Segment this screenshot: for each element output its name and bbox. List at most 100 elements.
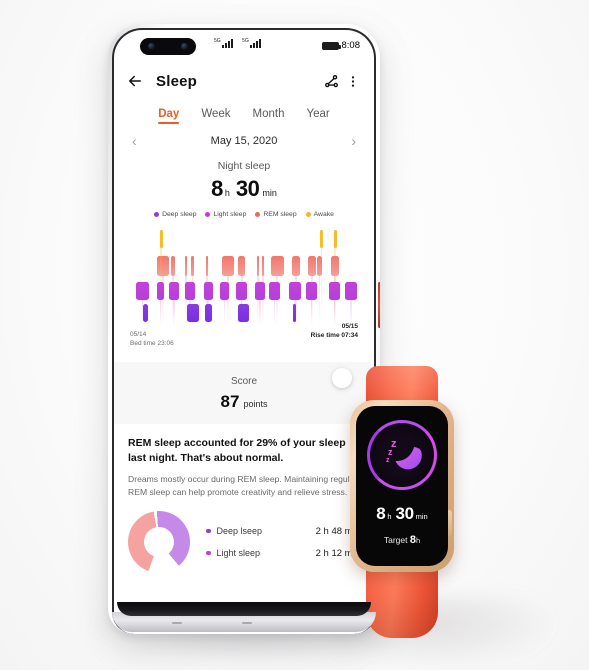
signal-sim2-icon: 5G	[242, 38, 262, 48]
camera-lens-left	[148, 43, 155, 50]
hypnogram-segment-deep	[238, 304, 249, 322]
legend-color-dot	[154, 212, 160, 217]
legend-color-dot	[305, 212, 311, 217]
duration-hours: 8	[211, 176, 223, 201]
phone-device: 5G 5G 8:08 Sleep Day Week Month Year ‹ M…	[108, 24, 380, 634]
hypnogram-segment-light	[168, 282, 180, 300]
bedtime-group: 05/14 Bed time 23:06	[130, 330, 174, 348]
watch-band-clasp	[332, 368, 352, 388]
sleep-breakdown: Deep lseep 2 h 48 min Light sleep 2 h 12 mi…	[114, 511, 374, 573]
legend-item: Deep sleep	[154, 211, 196, 218]
score-unit: points	[243, 399, 268, 409]
breakdown-stage-label: Deep lseep	[216, 526, 263, 536]
watch-side-button[interactable]	[448, 510, 452, 536]
front-camera-cutout	[140, 38, 196, 55]
hypnogram-segment-deep	[292, 304, 297, 322]
status-bar: 5G 5G 8:08	[114, 30, 374, 64]
current-date-label: May 15, 2020	[210, 135, 278, 147]
legend-label: Awake	[313, 211, 334, 218]
signal-indicators: 5G 5G	[214, 38, 262, 48]
hypnogram-segment-rem	[261, 256, 264, 276]
tab-week[interactable]: Week	[201, 108, 230, 124]
hypnogram-segment-light	[185, 282, 196, 300]
score-value-row: 87 points	[114, 392, 374, 412]
svg-text:z: z	[388, 447, 393, 457]
hypnogram-segment-light	[219, 282, 230, 300]
status-right-group: 8:08	[321, 40, 361, 51]
next-date-button[interactable]: ›	[351, 134, 356, 148]
insight-headline: REM sleep accounted for 29% of your slee…	[128, 437, 346, 464]
hypnogram-segment-light	[268, 282, 281, 300]
sleep-breakdown-donut	[128, 511, 190, 573]
hypnogram-segment-light	[236, 282, 247, 300]
tab-month[interactable]: Month	[253, 108, 285, 124]
hypnogram-segment-rem	[205, 256, 209, 276]
watch-minutes-unit: min	[415, 512, 428, 521]
smart-band-device: z z z 8 h 30 min Target 8h	[332, 366, 460, 638]
hypnogram-segment-awake	[319, 230, 324, 248]
prev-date-button[interactable]: ‹	[132, 134, 137, 148]
sleep-progress-ring: z z z	[367, 420, 437, 490]
phone-bottom-bezel	[117, 602, 371, 616]
hypnogram-segment-rem	[190, 256, 195, 276]
hypnogram-segment-deep	[187, 304, 199, 322]
breakdown-list: Deep lseep 2 h 48 min Light sleep 2 h 12 mi…	[206, 520, 360, 564]
watch-sleep-duration: 8 h 30 min	[356, 504, 448, 524]
back-arrow-icon[interactable]	[126, 72, 144, 90]
hypnogram-segment-light	[157, 282, 165, 300]
legend-label: Deep sleep	[162, 211, 197, 218]
legend-color-dot	[255, 212, 261, 217]
network-label-1: 5G	[214, 38, 221, 44]
phone-bezel: 5G 5G 8:08 Sleep Day Week Month Year ‹ M…	[112, 28, 376, 634]
legend-label: REM sleep	[263, 211, 297, 218]
camera-lens-right	[181, 43, 188, 50]
watch-target-label: Target	[383, 535, 408, 545]
duration-hours-unit: h	[224, 188, 230, 198]
sleeping-moon-icon: z z z	[386, 438, 422, 470]
tab-day[interactable]: Day	[158, 108, 180, 124]
share-icon[interactable]	[323, 73, 340, 90]
sleep-insight: REM sleep accounted for 29% of your slee…	[114, 424, 374, 499]
phone-power-button[interactable]	[378, 282, 380, 328]
hypnogram-segment-rem	[291, 256, 300, 276]
breakdown-color-dot	[206, 528, 211, 534]
status-clock: 8:08	[341, 40, 361, 51]
hypnogram-segment-rem	[331, 256, 340, 276]
hypnogram-segment-light	[305, 282, 318, 300]
hypnogram-segment-rem	[317, 256, 322, 276]
hypnogram-segment-rem	[185, 256, 188, 276]
page-title: Sleep	[156, 72, 198, 90]
breakdown-row: Deep lseep 2 h 48 min	[206, 520, 360, 542]
duration-minutes: 30	[235, 176, 260, 201]
breakdown-row: Light sleep 2 h 12 min	[206, 542, 360, 564]
duration-minutes-unit: min	[262, 188, 277, 198]
battery-icon	[321, 41, 341, 50]
hypnogram-segment-light	[136, 282, 150, 300]
hypnogram-segment-rem	[222, 256, 234, 276]
hypnogram-segment-awake	[333, 230, 337, 248]
chin-port-left	[172, 622, 182, 624]
night-sleep-duration: 8 h 30 min	[114, 176, 374, 202]
date-navigator: ‹ May 15, 2020 ›	[114, 124, 374, 148]
hypnogram-segment-rem	[308, 256, 317, 276]
hypnogram-footer: 05/14 Bed time 23:06 05/15 Rise time 07:…	[130, 323, 358, 356]
tab-year[interactable]: Year	[307, 108, 330, 124]
hypnogram-segment-deep	[143, 304, 148, 322]
hypnogram-segment-light	[328, 282, 341, 300]
watch-hours: 8	[376, 504, 386, 523]
hypnogram-segment-light	[203, 282, 213, 300]
hypnogram-segment-rem	[256, 256, 260, 276]
hypnogram-segment-awake	[159, 230, 163, 248]
watch-minutes: 30	[395, 504, 415, 523]
bedtime-label: Bed time 23:06	[130, 340, 174, 347]
risetime-group: 05/15 Rise time 07:34	[311, 322, 358, 340]
watch-target-row: Target 8h	[356, 534, 448, 546]
night-sleep-label: Night sleep	[217, 160, 271, 172]
hypnogram-segment-rem	[171, 256, 175, 276]
more-vertical-icon[interactable]	[346, 73, 360, 90]
sleep-stage-legend: Deep sleep Light sleep REM sleep Awake	[114, 211, 374, 218]
svg-text:z: z	[386, 457, 390, 464]
network-label-2: 5G	[242, 38, 249, 44]
watch-band-shadow	[366, 586, 438, 638]
hypnogram-segment-light	[345, 282, 357, 300]
